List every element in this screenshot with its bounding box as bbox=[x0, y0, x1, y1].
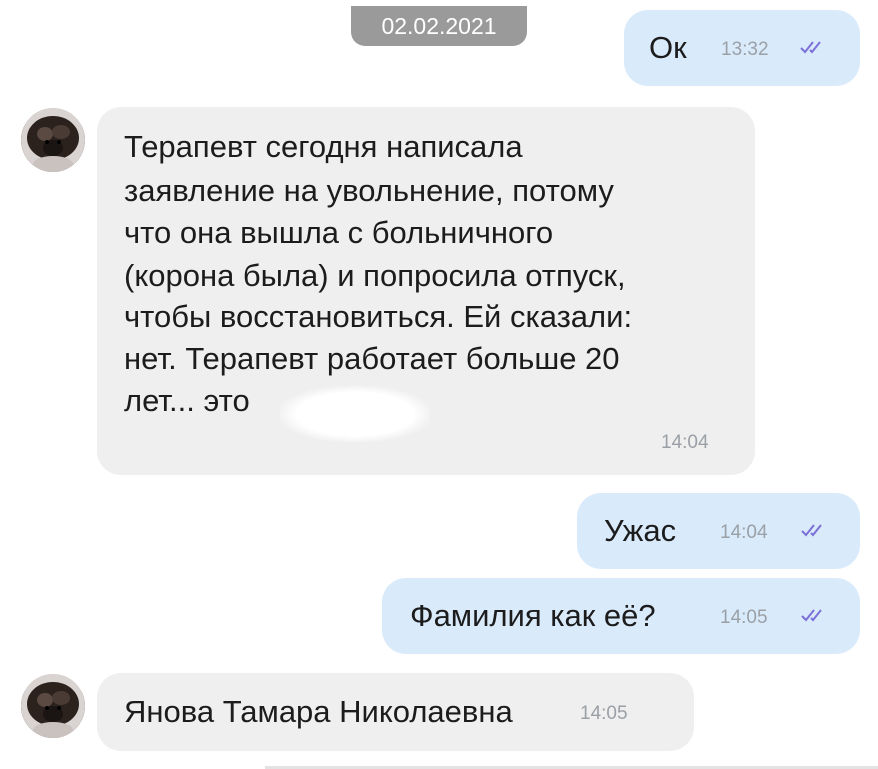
message-time: 14:04 bbox=[661, 432, 709, 453]
message-bubble-incoming[interactable]: Янова Тамара Николаевна 14:05 bbox=[97, 673, 694, 751]
redaction-blur bbox=[280, 386, 430, 442]
message-bubble-outgoing[interactable]: Ок 13:32 bbox=[624, 10, 860, 86]
double-check-icon bbox=[801, 524, 822, 537]
message-time: 14:05 bbox=[580, 703, 628, 724]
message-line: нет. Терапевт работает больше 20 bbox=[124, 341, 620, 376]
message-line: что она вышла с больничного bbox=[124, 215, 554, 250]
avatar-photo-icon bbox=[21, 108, 85, 172]
avatar[interactable] bbox=[21, 108, 85, 172]
double-check-icon bbox=[801, 609, 822, 622]
message-line: лет... это bbox=[124, 383, 250, 418]
message-bubble-outgoing[interactable]: Ужас 14:04 bbox=[577, 493, 860, 569]
message-time: 13:32 bbox=[721, 39, 769, 60]
message-time: 14:05 bbox=[720, 607, 768, 628]
message-line: заявление на увольнение, потому bbox=[124, 173, 614, 208]
message-text: Ок bbox=[649, 30, 687, 65]
message-line: Терапевт сегодня написала bbox=[124, 129, 523, 164]
message-line: (корона была) и попросила отпуск, bbox=[124, 258, 626, 293]
message-text: Ужас bbox=[604, 513, 677, 548]
message-bubble-outgoing[interactable]: Фамилия как её? 14:05 bbox=[382, 578, 860, 654]
avatar[interactable] bbox=[21, 674, 85, 738]
message-time: 14:04 bbox=[720, 522, 768, 543]
avatar-photo-icon bbox=[21, 674, 85, 738]
message-line: чтобы восстановиться. Ей сказали: bbox=[124, 299, 633, 334]
double-check-icon bbox=[800, 41, 821, 54]
message-text: Фамилия как её? bbox=[410, 598, 656, 633]
date-separator: 02.02.2021 bbox=[351, 6, 527, 46]
message-text: Янова Тамара Николаевна bbox=[124, 694, 513, 729]
